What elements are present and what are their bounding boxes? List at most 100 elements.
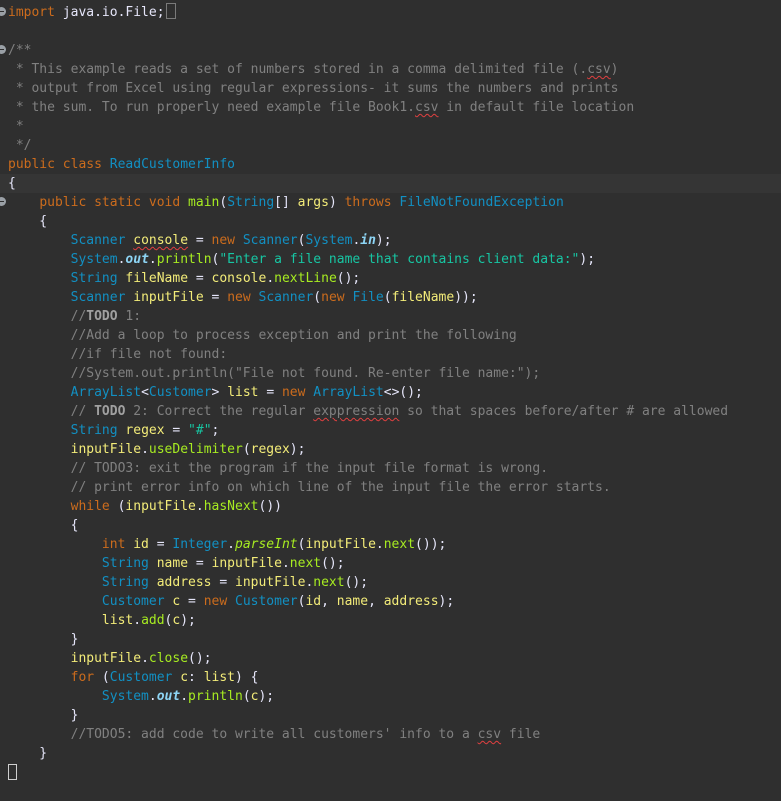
- code-line-10[interactable]: {: [0, 174, 781, 193]
- code-line-14[interactable]: System.out.println("Enter a file name th…: [0, 250, 781, 269]
- code-token: ());: [415, 537, 447, 552]
- code-token: so that spaces before/after # are allowe…: [399, 404, 729, 419]
- code-token: //Add a loop to process exception and pr…: [8, 328, 517, 343]
- code-token: ();: [336, 271, 361, 286]
- code-token: Scanner: [70, 233, 126, 248]
- code-line-28[interactable]: {: [0, 516, 781, 535]
- code-line-32[interactable]: Customer c = new Customer(id, name, addr…: [0, 592, 781, 611]
- code-line-35[interactable]: inputFile.close();: [0, 649, 781, 668]
- code-line-20[interactable]: //System.out.println("File not found. Re…: [0, 364, 781, 383]
- code-token: System: [101, 689, 149, 704]
- fold-toggle-icon[interactable]: [0, 7, 6, 16]
- code-token: 2: Correct the regular: [125, 404, 314, 419]
- code-token: ()): [258, 499, 282, 514]
- code-line-37[interactable]: System.out.println(c);: [0, 687, 781, 706]
- code-token: throws: [344, 195, 392, 210]
- code-line-21[interactable]: ArrayList<Customer> list = new ArrayList…: [0, 383, 781, 402]
- code-token: String: [101, 556, 149, 571]
- code-token: console: [211, 271, 267, 286]
- code-token: console: [133, 233, 189, 248]
- code-token: ,: [368, 594, 384, 609]
- code-line-38[interactable]: }: [0, 706, 781, 725]
- code-line-4[interactable]: * This example reads a set of numbers st…: [0, 60, 781, 79]
- code-line-18[interactable]: //Add a loop to process exception and pr…: [0, 326, 781, 345]
- code-line-5[interactable]: * output from Excel using regular expres…: [0, 79, 781, 98]
- code-token: .: [133, 613, 142, 628]
- code-token: inputFile: [211, 556, 282, 571]
- code-token: (: [242, 689, 251, 704]
- code-line-6[interactable]: * the sum. To run properly need example …: [0, 98, 781, 117]
- code-line-40[interactable]: }: [0, 744, 781, 763]
- code-token: ArrayList: [70, 385, 142, 400]
- code-token: .: [148, 689, 157, 704]
- code-token: parseInt: [235, 537, 298, 552]
- code-token: String: [70, 423, 118, 438]
- code-token: java.io.File;: [54, 5, 165, 20]
- code-token: new: [203, 594, 228, 609]
- code-token: public: [39, 195, 87, 210]
- code-line-36[interactable]: for (Customer c: list) {: [0, 668, 781, 687]
- code-editor[interactable]: import java.io.File; /** * This example …: [0, 0, 781, 780]
- code-token: inputFile: [235, 575, 306, 590]
- fold-toggle-icon[interactable]: [0, 45, 6, 54]
- code-token: inputFile: [305, 537, 376, 552]
- code-token: for: [70, 670, 95, 685]
- code-token: * the sum. To run properly need example …: [8, 100, 415, 115]
- code-token: );: [438, 594, 455, 609]
- code-line-26[interactable]: // print error info on which line of the…: [0, 478, 781, 497]
- code-token: :: [188, 670, 204, 685]
- code-token: while: [70, 499, 110, 514]
- code-line-29[interactable]: int id = Integer.parseInt(inputFile.next…: [0, 535, 781, 554]
- code-token: .: [266, 271, 275, 286]
- code-line-30[interactable]: String name = inputFile.next();: [0, 554, 781, 573]
- code-token: }: [8, 632, 79, 647]
- code-line-25[interactable]: // TODO3: exit the program if the input …: [0, 459, 781, 478]
- code-token: args: [297, 195, 329, 210]
- code-token: //System.out.println("File not found. Re…: [8, 366, 541, 381]
- code-line-7[interactable]: *: [0, 117, 781, 136]
- code-line-27[interactable]: while (inputFile.hasNext()): [0, 497, 781, 516]
- code-line-9[interactable]: public class ReadCustomerInfo: [0, 155, 781, 174]
- code-token: );: [375, 233, 392, 248]
- code-line-17[interactable]: //TODO 1:: [0, 307, 781, 326]
- code-line-23[interactable]: String regex = "#";: [0, 421, 781, 440]
- code-line-19[interactable]: //if file not found:: [0, 345, 781, 364]
- code-token: File: [352, 290, 384, 305]
- code-token: (: [94, 670, 110, 685]
- code-line-16[interactable]: Scanner inputFile = new Scanner(new File…: [0, 288, 781, 307]
- code-token: new: [321, 290, 345, 305]
- code-token: csv: [587, 62, 611, 77]
- code-token: =: [188, 233, 212, 248]
- fold-toggle-icon[interactable]: [0, 197, 6, 206]
- code-line-31[interactable]: String address = inputFile.next();: [0, 573, 781, 592]
- code-token: ): [610, 62, 619, 77]
- code-token: (: [219, 195, 228, 210]
- code-line-13[interactable]: Scanner console = new Scanner(System.in)…: [0, 231, 781, 250]
- code-token: * output from Excel using regular expres…: [8, 81, 619, 96]
- code-line-34[interactable]: }: [0, 630, 781, 649]
- code-token: String: [227, 195, 275, 210]
- folded-imports-icon[interactable]: [165, 3, 176, 19]
- code-line-12[interactable]: {: [0, 212, 781, 231]
- code-line-8[interactable]: */: [0, 136, 781, 155]
- code-line-1[interactable]: import java.io.File;: [0, 3, 781, 22]
- code-token: >: [211, 385, 228, 400]
- code-token: );: [289, 442, 306, 457]
- code-token: Customer: [101, 594, 165, 609]
- code-token: (: [242, 442, 251, 457]
- code-line-33[interactable]: list.add(c);: [0, 611, 781, 630]
- code-line-24[interactable]: inputFile.useDelimiter(regex);: [0, 440, 781, 459]
- code-line-22[interactable]: // TODO 2: Correct the regular exppressi…: [0, 402, 781, 421]
- code-line-39[interactable]: //TODO5: add code to write all customers…: [0, 725, 781, 744]
- code-line-3[interactable]: /**: [0, 41, 781, 60]
- code-line-15[interactable]: String fileName = console.nextLine();: [0, 269, 781, 288]
- code-token: nextLine: [274, 271, 337, 286]
- code-line-11[interactable]: public static void main(String[] args) t…: [0, 193, 781, 212]
